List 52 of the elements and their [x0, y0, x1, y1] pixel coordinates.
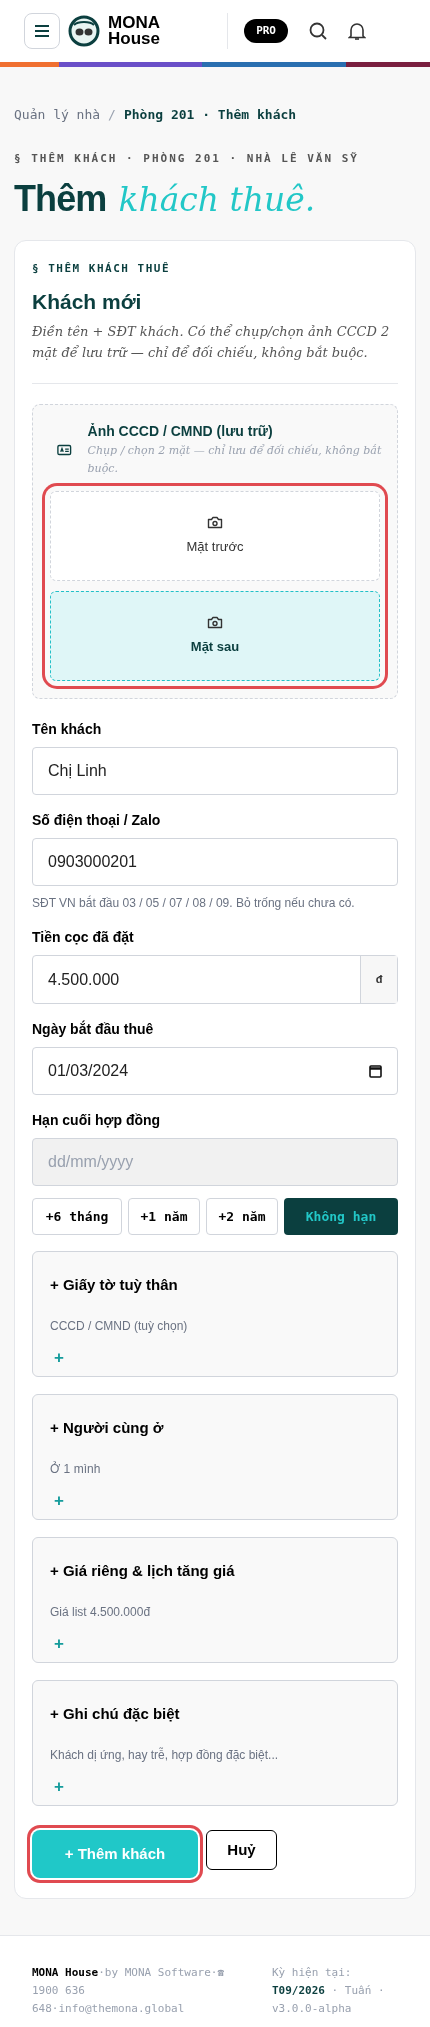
breadcrumb-separator: /	[108, 106, 116, 124]
section-title[interactable]: + Người cùng ở	[50, 1417, 380, 1440]
date-field: dd/mm/yyyy	[32, 1138, 398, 1186]
field-help-text: SĐT VN bắt đầu 03 / 05 / 07 / 08 / 09. Bỏ trống nếu chưa có.	[32, 894, 356, 912]
section-summary: Giá list 4.500.000đ	[50, 1603, 152, 1621]
section-summary: CCCD / CMND (tuỳ chọn)	[50, 1317, 189, 1335]
section-title[interactable]: + Giá riêng & lịch tăng giá	[50, 1560, 380, 1583]
footer-period-info: Kỳ hiện tại: T09/2026 · Tuấn · v3.0.0-alpha	[272, 1965, 386, 2017]
menu-icon	[34, 24, 50, 38]
deposit-field[interactable]: 4.500.000 đ	[32, 955, 398, 1004]
panda-logo-icon	[68, 15, 100, 47]
card-eyebrow: § THÊM KHÁCH THUÊ	[32, 261, 172, 277]
bell-icon[interactable]	[348, 21, 366, 41]
breadcrumb-item[interactable]: Quản lý nhà	[14, 105, 101, 125]
duration-chip[interactable]: +1 năm	[128, 1198, 200, 1235]
duration-chip[interactable]: +2 năm	[206, 1198, 278, 1235]
cancel-button[interactable]: Huỷ	[206, 1830, 277, 1870]
camera-icon	[207, 515, 223, 530]
pro-badge: PRO	[244, 18, 288, 44]
page-title: Thêm	[14, 179, 107, 219]
breadcrumb-item: Phòng 201 · Thêm khách	[123, 106, 297, 124]
photo-panel-title: Ảnh CCCD / CMND (lưu trữ)	[87, 422, 274, 441]
menu-button[interactable]	[24, 13, 60, 49]
photo-panel-hint: Chụp / chọn 2 mặt — chỉ lưu để đối chiếu, không bắt buộc.	[87, 443, 383, 477]
photo-upload-tile[interactable]: Mặt trước	[50, 491, 380, 581]
field-label: Hạn cuối hợp đồng	[32, 1111, 162, 1130]
camera-icon	[207, 615, 223, 630]
field-label: Số điện thoại / Zalo	[32, 811, 162, 830]
photo-upload-tile[interactable]: Mặt sau	[50, 591, 380, 681]
section-title[interactable]: + Giấy tờ tuỳ thân	[50, 1274, 380, 1297]
section-summary: Khách dị ứng, hay trễ, hợp đồng đặc biệt...	[50, 1746, 280, 1764]
text-field[interactable]: 0903000201	[32, 838, 398, 886]
field-label: Tên khách	[32, 720, 103, 739]
card-heading: Khách mới	[32, 288, 143, 315]
search-icon[interactable]	[308, 21, 328, 41]
field-label: Tiền cọc đã đặt	[32, 928, 135, 947]
field-label: Ngày bắt đầu thuê	[32, 1019, 155, 1039]
section-title[interactable]: + Ghi chú đặc biệt	[50, 1703, 380, 1726]
footer-company-info: MONA House·by MONA Software·☎ 1900 636 648·info@themona.global	[32, 1965, 226, 2017]
currency-suffix: đ	[360, 956, 397, 1003]
id-card-icon	[57, 443, 72, 456]
card-description: Điền tên + SĐT khách. Có thể chụp/chọn ảnh CCCD 2 mặt để lưu trữ — chỉ để đối chiếu, không bắt buộc.	[32, 323, 391, 362]
brand-name: MONA	[108, 15, 160, 31]
date-field[interactable]: 01/03/2024	[32, 1047, 398, 1095]
duration-chip[interactable]: Không hạn	[284, 1198, 398, 1235]
calendar-icon[interactable]	[369, 1064, 382, 1078]
page-title-accent: khách thuê.	[118, 180, 316, 220]
section-summary: Ở 1 mình	[50, 1460, 102, 1478]
page-eyebrow: § THÊM KHÁCH · PHÒNG 201 · NHÀ LÊ VĂN SỸ	[14, 150, 360, 167]
duration-chip[interactable]: +6 tháng	[32, 1198, 122, 1235]
text-field[interactable]: Chị Linh	[32, 747, 398, 795]
brand-name: House	[108, 31, 160, 47]
